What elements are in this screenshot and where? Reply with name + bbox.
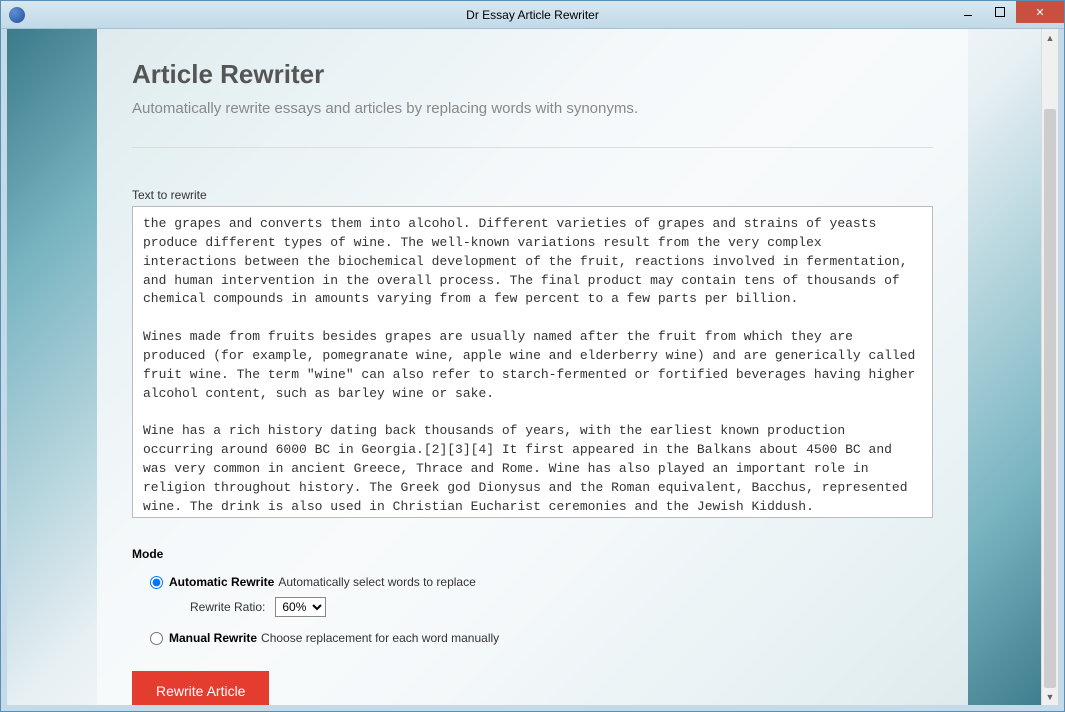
close-button[interactable] xyxy=(1016,1,1064,23)
scrollbar-thumb[interactable] xyxy=(1044,109,1056,688)
vertical-scrollbar[interactable]: ▲ ▼ xyxy=(1041,29,1058,705)
scroll-up-arrow-icon[interactable]: ▲ xyxy=(1042,29,1058,46)
window-title: Dr Essay Article Rewriter xyxy=(466,8,599,22)
text-to-rewrite-input[interactable] xyxy=(132,206,933,518)
manual-rewrite-radio[interactable] xyxy=(150,632,163,645)
content-panel: Article Rewriter Automatically rewrite e… xyxy=(97,29,968,705)
divider xyxy=(132,147,933,148)
manual-rewrite-label: Manual Rewrite xyxy=(169,631,257,645)
minimize-button[interactable] xyxy=(952,1,984,23)
rewrite-ratio-row: Rewrite Ratio: 60% xyxy=(190,597,933,617)
rewrite-ratio-label: Rewrite Ratio: xyxy=(190,600,265,614)
scroll-down-arrow-icon[interactable]: ▼ xyxy=(1042,688,1058,705)
client-area: Article Rewriter Automatically rewrite e… xyxy=(7,29,1058,705)
mode-section: Mode Automatic Rewrite Automatically sel… xyxy=(132,547,933,645)
maximize-button[interactable] xyxy=(984,1,1016,23)
window-controls xyxy=(952,1,1064,23)
app-icon xyxy=(9,7,25,23)
page-subtitle: Automatically rewrite essays and article… xyxy=(132,100,933,117)
manual-rewrite-option[interactable]: Manual Rewrite Choose replacement for ea… xyxy=(150,631,933,645)
manual-rewrite-desc: Choose replacement for each word manuall… xyxy=(261,631,499,645)
automatic-rewrite-desc: Automatically select words to replace xyxy=(278,575,475,589)
application-window: Dr Essay Article Rewriter Article Rewrit… xyxy=(0,0,1065,712)
titlebar[interactable]: Dr Essay Article Rewriter xyxy=(1,1,1064,29)
automatic-rewrite-option[interactable]: Automatic Rewrite Automatically select w… xyxy=(150,575,933,589)
rewrite-article-button[interactable]: Rewrite Article xyxy=(132,671,269,705)
rewrite-ratio-select[interactable]: 60% xyxy=(275,597,326,617)
mode-heading: Mode xyxy=(132,547,933,561)
automatic-rewrite-radio[interactable] xyxy=(150,576,163,589)
textarea-label: Text to rewrite xyxy=(132,188,933,202)
page-title: Article Rewriter xyxy=(132,59,933,90)
automatic-rewrite-label: Automatic Rewrite xyxy=(169,575,274,589)
